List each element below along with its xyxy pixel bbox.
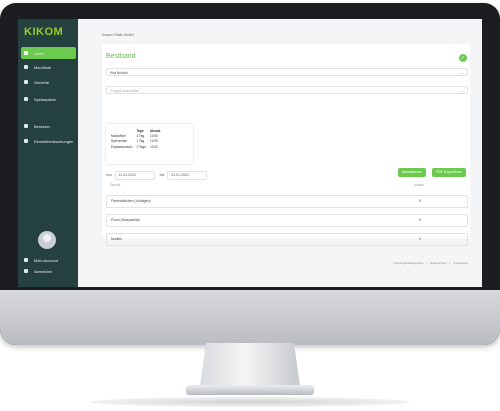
sidebar-item-benutzer[interactable]: Benutzer bbox=[18, 120, 78, 132]
user-icon bbox=[24, 258, 28, 262]
sidebar-item-logout[interactable]: Abmelden bbox=[18, 265, 78, 277]
sidebar: KIKOM Liefer Menüliste Gerichte Speisepl… bbox=[18, 19, 78, 287]
dish-name: Pizza (Mozzarella) bbox=[111, 218, 140, 222]
menu-icon bbox=[24, 65, 28, 69]
logout-icon bbox=[24, 269, 28, 273]
footer-links: Nutzungsbedingungen | Datenschutz | Impr… bbox=[393, 261, 469, 265]
sidebar-item-menueliste[interactable]: Menüliste bbox=[18, 61, 78, 73]
dish-qty: 0 bbox=[419, 199, 421, 203]
sidebar-item-label: Liefer bbox=[34, 50, 45, 56]
footer-link-imprint[interactable]: Impressum bbox=[453, 261, 468, 265]
table-cell: 12:00 bbox=[149, 144, 158, 149]
table-row: Mealoffset 1 Tag 10:00 bbox=[109, 133, 162, 138]
sidebar-item-label: Benutzer bbox=[34, 123, 51, 129]
date-from-label: von bbox=[106, 173, 112, 177]
table-row[interactable]: Fischstäbchen (Vorlagen) 0 bbox=[106, 195, 468, 208]
column-header-qty: Anzahl bbox=[414, 183, 424, 187]
avatar[interactable] bbox=[38, 231, 56, 249]
dish-qty: 0 bbox=[419, 218, 421, 222]
date-from-input[interactable]: 11.01.2022 bbox=[114, 170, 155, 180]
users-icon bbox=[24, 124, 28, 128]
date-to-label: bis bbox=[159, 173, 165, 177]
sidebar-item-label: Abmelden bbox=[34, 268, 53, 274]
sidebar-item-label: Speisepläne bbox=[34, 96, 57, 102]
table-cell: Einplanwunsch bbox=[111, 144, 133, 149]
date-to-input[interactable]: 31.01.2022 bbox=[167, 170, 208, 180]
sidebar-item-gerichte[interactable]: Gerichte bbox=[18, 76, 78, 88]
sidebar-item-einstellungen[interactable]: Einstellendbuchungen bbox=[18, 135, 78, 147]
dish-name: Fischstäbchen (Vorlagen) bbox=[111, 199, 151, 203]
monitor-shadow bbox=[90, 397, 410, 407]
sidebar-item-label: Mein Account bbox=[34, 257, 59, 263]
monitor-chin bbox=[0, 290, 500, 345]
select-placeholder: Gruppe auswählen bbox=[110, 89, 140, 93]
deadline-table: Tage Absatz Mealoffset 1 Tag 10:00 Sperr… bbox=[106, 124, 193, 164]
main-card: Bestband ✓ Kita Bündel ⌄ Gruppe auswähle… bbox=[102, 44, 470, 246]
table-cell: 2 Tage bbox=[136, 144, 146, 149]
column-header-dish: Gericht bbox=[110, 183, 121, 187]
monitor-frame: KIKOM Liefer Menüliste Gerichte Speisepl… bbox=[0, 3, 500, 345]
home-icon bbox=[24, 51, 28, 55]
sidebar-item-label: Einstellendbuchungen bbox=[34, 138, 74, 144]
app-logo: KIKOM bbox=[24, 26, 64, 38]
calendar-icon bbox=[24, 97, 28, 101]
settings-icon bbox=[24, 139, 28, 143]
monitor-stand-base bbox=[186, 385, 314, 395]
dish-name: Nudeln bbox=[111, 237, 123, 241]
footer-link-privacy[interactable]: Datenschutz bbox=[430, 261, 447, 265]
company-name: Knauer Raab GmbH bbox=[102, 33, 134, 37]
monitor-stand-neck bbox=[200, 343, 300, 386]
chevron-down-icon: ⌄ bbox=[460, 88, 464, 93]
pdf-export-button[interactable]: PDF Exportieren bbox=[432, 168, 466, 177]
kita-select[interactable]: Kita Bündel ⌄ bbox=[106, 68, 468, 76]
date-range: von 11.01.2022 bis 31.01.2022 bbox=[106, 170, 208, 180]
group-select[interactable]: Gruppe auswählen ⌄ bbox=[106, 86, 468, 94]
sidebar-item-speiseplaene[interactable]: Speisepläne bbox=[18, 93, 78, 105]
dish-qty: 0 bbox=[419, 237, 421, 241]
page-title: Bestband bbox=[106, 53, 136, 60]
sidebar-item-label: Menüliste bbox=[34, 64, 52, 70]
table-row[interactable]: Pizza (Mozzarella) 0 bbox=[106, 214, 468, 227]
screen: KIKOM Liefer Menüliste Gerichte Speisepl… bbox=[18, 19, 482, 287]
footer-link-terms[interactable]: Nutzungsbedingungen bbox=[394, 261, 424, 265]
chevron-down-icon: ⌄ bbox=[460, 70, 464, 75]
sidebar-item-liefer[interactable]: Liefer bbox=[21, 47, 76, 59]
dish-icon bbox=[24, 80, 28, 84]
table-row[interactable]: Nudeln 0 bbox=[106, 233, 468, 246]
table-row: Einplanwunsch 2 Tage 12:00 bbox=[109, 144, 162, 149]
sidebar-item-label: Gerichte bbox=[34, 79, 50, 85]
table-header: Absatz bbox=[149, 128, 161, 133]
refresh-button[interactable]: Aktualisieren bbox=[398, 168, 426, 177]
check-icon: ✓ bbox=[459, 54, 467, 62]
select-value: Kita Bündel bbox=[110, 71, 128, 75]
table-row: Sperrzeiten 1 Tag 12:00 bbox=[109, 139, 162, 144]
